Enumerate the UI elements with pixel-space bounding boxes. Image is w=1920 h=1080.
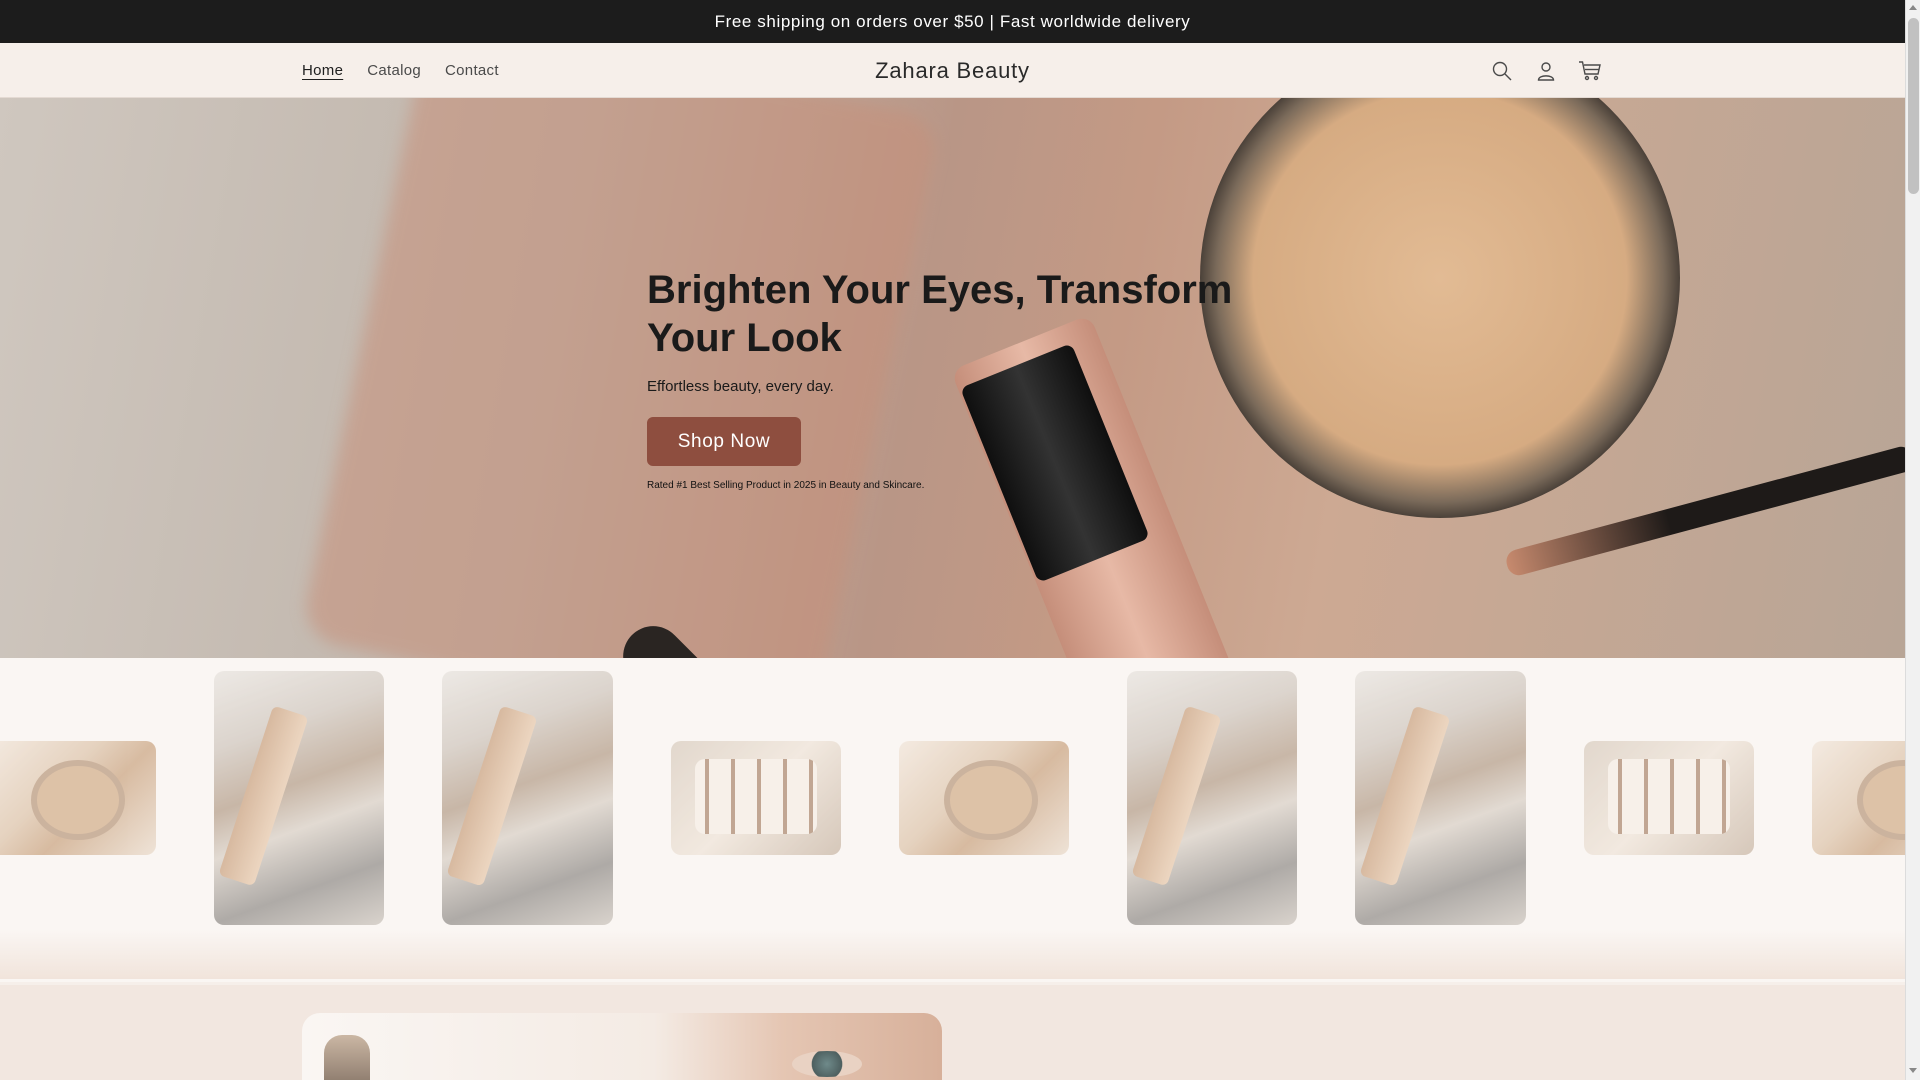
site-header: Home Catalog Contact Zahara Beauty bbox=[0, 43, 1905, 98]
featured-image-brush bbox=[324, 1035, 370, 1080]
gallery-image-flatlay[interactable] bbox=[442, 671, 613, 925]
image-gallery-marquee bbox=[0, 658, 1905, 930]
gallery-image-flatlay[interactable] bbox=[1355, 671, 1526, 925]
scrollbar-thumb[interactable] bbox=[1908, 18, 1919, 194]
featured-image-eye bbox=[792, 1051, 862, 1077]
site-logo[interactable]: Zahara Beauty bbox=[0, 43, 1905, 98]
gallery-image-flatlay[interactable] bbox=[214, 671, 384, 925]
shop-now-button[interactable]: Shop Now bbox=[647, 417, 801, 466]
nav-item-contact[interactable]: Contact bbox=[445, 62, 499, 79]
main-nav: Home Catalog Contact bbox=[302, 43, 499, 98]
featured-section bbox=[0, 985, 1905, 1080]
gallery-image-brush-tray[interactable] bbox=[671, 741, 841, 855]
hero-banner: Brighten Your Eyes, Transform Your Look … bbox=[0, 98, 1905, 658]
featured-image-card[interactable] bbox=[302, 1013, 942, 1080]
page-scrollbar[interactable] bbox=[1905, 0, 1920, 1080]
scroll-up-icon[interactable] bbox=[1909, 5, 1917, 10]
cart-icon[interactable] bbox=[1578, 59, 1602, 83]
nav-item-catalog[interactable]: Catalog bbox=[367, 62, 421, 79]
hero-image-powder-compact bbox=[1200, 98, 1680, 518]
gallery-image-compact[interactable] bbox=[899, 741, 1069, 855]
header-icons bbox=[1490, 43, 1602, 98]
hero-rating-note: Rated #1 Best Selling Product in 2025 in… bbox=[647, 480, 925, 491]
hero-subtitle: Effortless beauty, every day. bbox=[647, 378, 834, 395]
search-icon[interactable] bbox=[1490, 59, 1514, 83]
announcement-text: Free shipping on orders over $50 | Fast … bbox=[714, 11, 1191, 31]
section-divider bbox=[0, 930, 1905, 982]
gallery-image-flatlay[interactable] bbox=[1127, 671, 1297, 925]
hero-title: Brighten Your Eyes, Transform Your Look bbox=[647, 268, 1233, 360]
gallery-image-compact[interactable] bbox=[0, 741, 156, 855]
scroll-down-icon[interactable] bbox=[1909, 1068, 1917, 1073]
gallery-image-compact[interactable] bbox=[1812, 741, 1905, 855]
account-icon[interactable] bbox=[1534, 59, 1558, 83]
hero-content: Brighten Your Eyes, Transform Your Look … bbox=[647, 266, 1267, 491]
gallery-image-brush-tray[interactable] bbox=[1584, 741, 1754, 855]
nav-item-home[interactable]: Home bbox=[302, 62, 343, 79]
announcement-bar: Free shipping on orders over $50 | Fast … bbox=[0, 0, 1905, 43]
